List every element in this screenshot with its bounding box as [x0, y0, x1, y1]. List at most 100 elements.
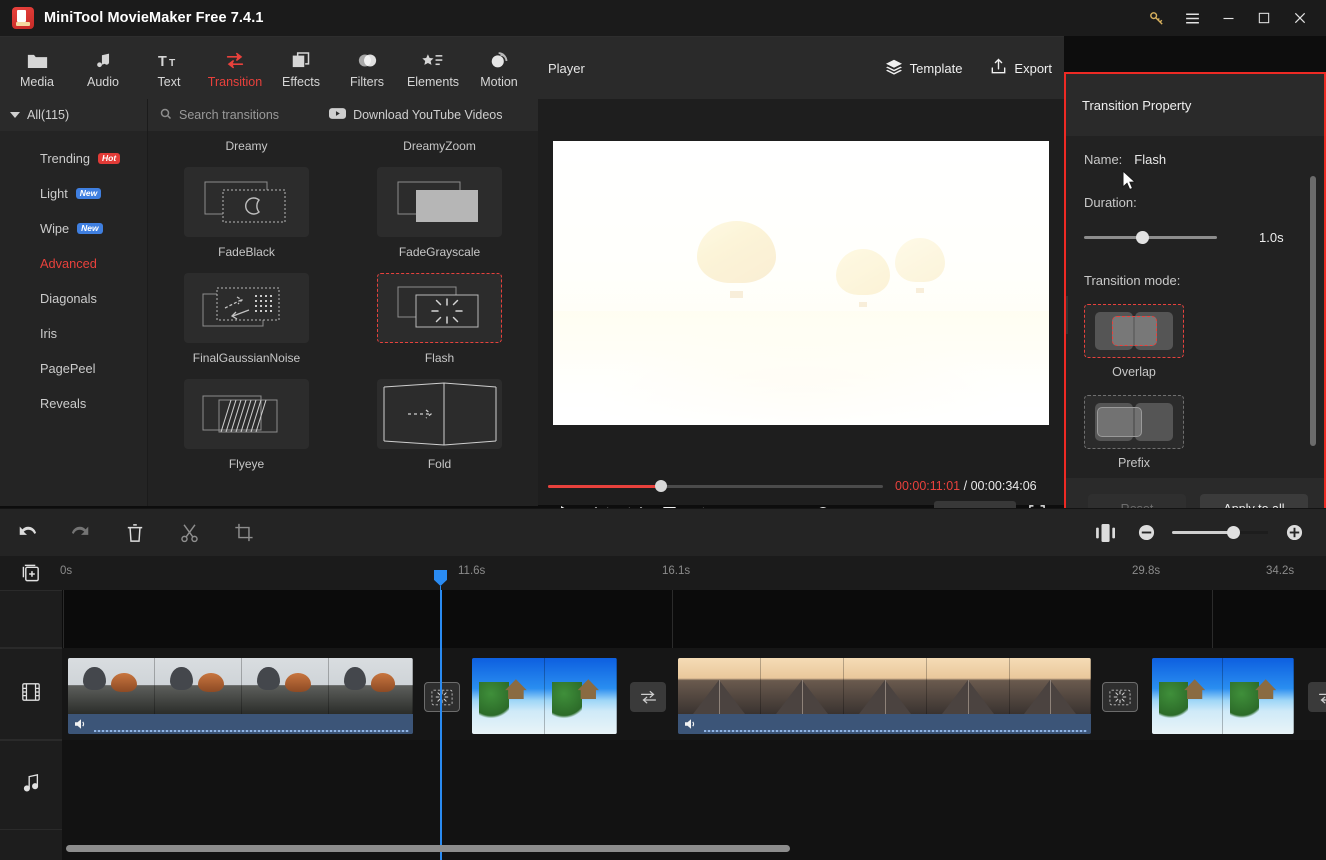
folder-icon [27, 48, 48, 70]
transition-grid: Dreamy DreamyZoom FadeBlack FadeGrayscal… [148, 131, 538, 485]
track-header-audio[interactable] [0, 740, 62, 830]
speaker-icon[interactable] [684, 718, 698, 730]
progress-knob[interactable] [655, 480, 667, 492]
timeline-lane-audio[interactable] [62, 740, 1326, 830]
crop-button[interactable] [216, 509, 270, 557]
key-icon[interactable] [1138, 0, 1174, 36]
clip-frame [761, 658, 844, 714]
clip-bridge[interactable] [678, 658, 1091, 734]
playhead[interactable] [440, 590, 442, 860]
track-header-video[interactable] [0, 648, 62, 740]
maximize-icon[interactable] [1246, 0, 1282, 36]
category-item-iris[interactable]: Iris [0, 316, 147, 351]
filters-icon [357, 48, 378, 70]
track-header-overlay[interactable] [0, 590, 62, 648]
tab-motion[interactable]: Motion [466, 39, 532, 97]
transition-marker-flash-2[interactable] [1102, 682, 1138, 712]
timeline-zoom-knob[interactable] [1227, 526, 1240, 539]
property-scrollbar[interactable] [1310, 176, 1316, 446]
svg-text:T: T [158, 54, 167, 70]
time-display: 00:00:11:01 / 00:00:34:06 [895, 479, 1037, 493]
clip-frame [1152, 658, 1223, 734]
duration-knob[interactable] [1136, 231, 1149, 244]
category-item-pagepeel[interactable]: PagePeel [0, 351, 147, 386]
timeline-horizontal-scrollbar[interactable] [66, 845, 790, 852]
category-item-trending[interactable]: Trending Hot [0, 141, 147, 176]
tab-filters[interactable]: Filters [334, 39, 400, 97]
transition-card-flyeye[interactable]: Flyeye [168, 379, 325, 485]
duration-label: Duration: [1084, 195, 1137, 210]
menu-icon[interactable] [1174, 0, 1210, 36]
player-panel: Player Template Export 00:00:11:01 / 00:… [538, 36, 1064, 525]
transition-marker-swap-2[interactable] [1308, 682, 1326, 712]
zoom-out-icon[interactable] [1126, 509, 1166, 557]
mode-overlap-label: Overlap [1112, 365, 1156, 379]
audio-waveform [94, 730, 409, 732]
transition-card-dreamyzoom[interactable]: DreamyZoom [361, 131, 518, 167]
app-title: MiniTool MovieMaker Free 7.4.1 [44, 10, 264, 26]
minimize-icon[interactable] [1210, 0, 1246, 36]
timeline-lane-overlay[interactable] [62, 590, 1326, 648]
tab-label: Transition [207, 74, 263, 89]
add-media-button[interactable] [18, 562, 44, 584]
tab-label: Audio [87, 74, 119, 89]
transition-marker-flash[interactable] [424, 682, 460, 712]
close-icon[interactable] [1282, 0, 1318, 36]
transition-card-dreamy[interactable]: Dreamy [168, 131, 325, 167]
clip-beach-1[interactable] [472, 658, 617, 734]
transition-card-flash[interactable]: Flash [361, 273, 518, 379]
split-button[interactable] [162, 509, 216, 557]
search-input[interactable]: Search transitions [160, 108, 279, 123]
clip-frame [1010, 658, 1091, 714]
search-placeholder: Search transitions [179, 108, 280, 122]
redo-button[interactable] [54, 509, 108, 557]
zoom-in-icon[interactable] [1274, 509, 1314, 557]
export-button[interactable]: Export [990, 58, 1052, 78]
clip-balloons[interactable] [68, 658, 413, 734]
badge-new: New [75, 188, 102, 199]
transition-card-fadeblack[interactable]: FadeBlack [168, 167, 325, 273]
transition-mode-overlap[interactable] [1084, 304, 1184, 358]
category-item-advanced[interactable]: Advanced [0, 246, 147, 281]
timeline-lane-video[interactable] [62, 648, 1326, 740]
undo-button[interactable] [0, 509, 54, 557]
collapse-panel-button[interactable]: ❯ [1066, 296, 1068, 334]
delete-button[interactable] [108, 509, 162, 557]
category-item-diagonals[interactable]: Diagonals [0, 281, 147, 316]
transition-marker-swap-1[interactable] [630, 682, 666, 712]
svg-text:T: T [169, 58, 176, 69]
tab-effects[interactable]: Effects [268, 39, 334, 97]
timeline-zoom-group [1086, 509, 1326, 557]
tab-transition[interactable]: Transition [202, 39, 268, 97]
download-youtube-button[interactable]: Download YouTube Videos [329, 107, 503, 123]
progress-slider[interactable] [548, 480, 883, 492]
preview-canvas[interactable] [553, 141, 1049, 425]
template-button[interactable]: Template [885, 59, 962, 78]
transition-icon [224, 48, 246, 70]
resource-tab-bar: Media Audio TT Text Transition Effects F… [0, 37, 538, 99]
transition-grid-wrapper[interactable]: Dreamy DreamyZoom FadeBlack FadeGrayscal… [148, 131, 538, 506]
timeline-toolbar [0, 508, 1326, 556]
duration-slider[interactable] [1084, 231, 1217, 244]
timeline-ruler[interactable]: 0s 11.6s 16.1s 29.8s 34.2s [0, 556, 1326, 590]
timeline-zoom-slider[interactable] [1172, 526, 1268, 539]
speaker-icon[interactable] [74, 718, 88, 730]
tab-elements[interactable]: Elements [400, 39, 466, 97]
tab-text[interactable]: TT Text [136, 39, 202, 97]
category-item-light[interactable]: Light New [0, 176, 147, 211]
clip-beach-2[interactable] [1152, 658, 1294, 734]
transition-card-finalgaussiannoise[interactable]: FinalGaussianNoise [168, 273, 325, 379]
category-item-reveals[interactable]: Reveals [0, 386, 147, 421]
transition-card-fadegrayscale[interactable]: FadeGrayscale [361, 167, 518, 273]
tab-media[interactable]: Media [4, 39, 70, 97]
category-all[interactable]: All(115) [0, 99, 147, 131]
tab-audio[interactable]: Audio [70, 39, 136, 97]
property-body: Name: Flash Duration: 1.0s Transition mo… [1066, 136, 1324, 478]
export-icon [990, 58, 1007, 78]
clip-frame [545, 658, 617, 734]
transition-mode-prefix[interactable] [1084, 395, 1184, 449]
transition-card-fold[interactable]: Fold [361, 379, 518, 485]
clip-frames [472, 658, 617, 734]
category-item-wipe[interactable]: Wipe New [0, 211, 147, 246]
fit-timeline-icon[interactable] [1086, 509, 1126, 557]
